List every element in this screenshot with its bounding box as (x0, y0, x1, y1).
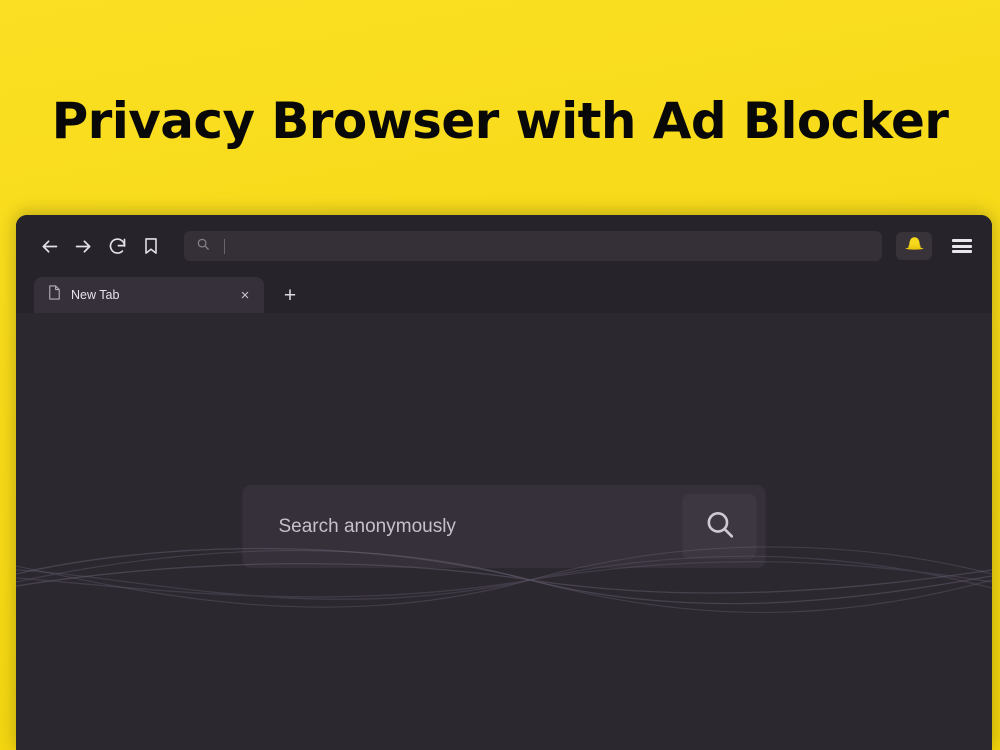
page-title: Privacy Browser with Ad Blocker (51, 92, 949, 150)
address-bar-caret (224, 238, 225, 254)
search-input[interactable]: Search anonymously (279, 516, 683, 538)
reload-button[interactable] (102, 231, 132, 261)
reload-icon (107, 236, 128, 257)
poster-canvas: Privacy Browser with Ad Blocker New Tab … (0, 0, 1000, 750)
anonymous-search-box[interactable]: Search anonymously (242, 485, 766, 568)
back-button[interactable] (34, 231, 64, 261)
search-icon (196, 237, 210, 256)
bookmark-icon (141, 236, 161, 256)
browser-window: New Tab × + Search anonymously (16, 215, 992, 750)
tab-strip: New Tab × + (16, 277, 992, 313)
browser-toolbar (16, 215, 992, 277)
bookmark-button[interactable] (136, 231, 166, 261)
arrow-left-icon (39, 236, 60, 257)
forward-button[interactable] (68, 231, 98, 261)
search-submit-button[interactable] (682, 494, 757, 559)
tab-new-tab[interactable]: New Tab × (34, 277, 264, 313)
privacy-shield-button[interactable] (896, 232, 932, 260)
tab-title: New Tab (71, 288, 120, 302)
address-bar[interactable] (184, 231, 882, 261)
browser-content: Search anonymously (16, 313, 992, 750)
tab-close-button[interactable]: × (236, 286, 254, 304)
new-tab-button[interactable]: + (276, 281, 304, 309)
hamburger-menu-icon (952, 237, 972, 256)
page-icon (48, 285, 61, 305)
privacy-hat-icon (903, 235, 926, 257)
menu-button[interactable] (946, 231, 978, 261)
search-icon (703, 508, 736, 546)
arrow-right-icon (73, 236, 94, 257)
